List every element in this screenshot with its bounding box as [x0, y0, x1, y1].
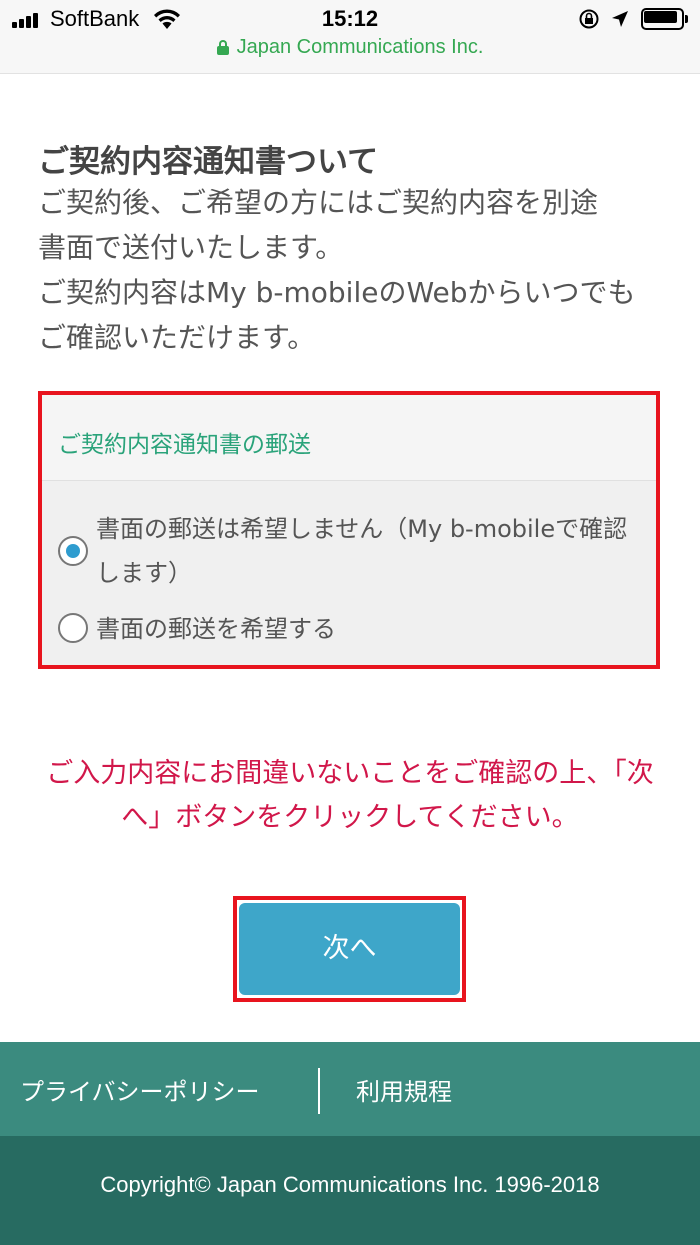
radio-option-mail[interactable]: 書面の郵送を希望する	[42, 607, 656, 651]
confirmation-notice: ご入力内容にお間違いないことをご確認の上、「次へ」ボタンをクリックしてください。	[46, 758, 654, 833]
battery-icon	[641, 8, 689, 30]
footer-copyright: Copyright© Japan Communications Inc. 199…	[0, 1136, 700, 1245]
description-line: ご契約後、ご希望の方にはご契約内容を別途	[38, 186, 599, 219]
radio-label[interactable]: 書面の郵送を希望する	[96, 607, 648, 651]
status-bar: SoftBank 15:12	[0, 0, 700, 38]
description-line: 書面で送付いたします。	[38, 231, 344, 264]
footer-nav: プライバシーポリシー 利用規程	[0, 1042, 700, 1136]
copyright-text: Copyright© Japan Communications Inc. 199…	[100, 1172, 600, 1197]
description-line: ご契約内容はMy b-mobileのWebからいつでも	[38, 276, 636, 309]
browser-top-bar: SoftBank 15:12 Japan Communications Inc.	[0, 0, 700, 74]
radio-option-no-mail[interactable]: 書面の郵送は希望しません（My b-mobileで確認します）	[42, 507, 656, 595]
section-title: ご契約内容通知書ついて	[38, 144, 379, 180]
mail-option-title: ご契約内容通知書の郵送	[58, 432, 311, 458]
privacy-policy-link[interactable]: プライバシーポリシー	[20, 1072, 260, 1107]
radio-label[interactable]: 書面の郵送は希望しません（My b-mobileで確認します）	[96, 507, 648, 595]
next-button[interactable]: 次へ	[239, 903, 460, 995]
terms-link[interactable]: 利用規程	[356, 1072, 452, 1107]
mail-option-panel: ご契約内容通知書の郵送 書面の郵送は希望しません（My b-mobileで確認し…	[38, 391, 660, 669]
radio-button-selected[interactable]	[58, 536, 88, 566]
mail-option-header: ご契約内容通知書の郵送	[42, 395, 656, 481]
location-icon	[612, 11, 628, 27]
url-text: Japan Communications Inc.	[236, 36, 484, 58]
radio-button[interactable]	[58, 613, 88, 643]
padlock-icon	[216, 40, 229, 55]
footer-divider	[318, 1068, 320, 1114]
rotation-lock-icon	[579, 9, 599, 29]
section-description: ご契約後、ご希望の方にはご契約内容を別途 書面で送付いたします。 ご契約内容はM…	[38, 180, 668, 360]
url-bar[interactable]: Japan Communications Inc.	[0, 36, 700, 59]
description-line: ご確認いただけます。	[38, 321, 316, 354]
